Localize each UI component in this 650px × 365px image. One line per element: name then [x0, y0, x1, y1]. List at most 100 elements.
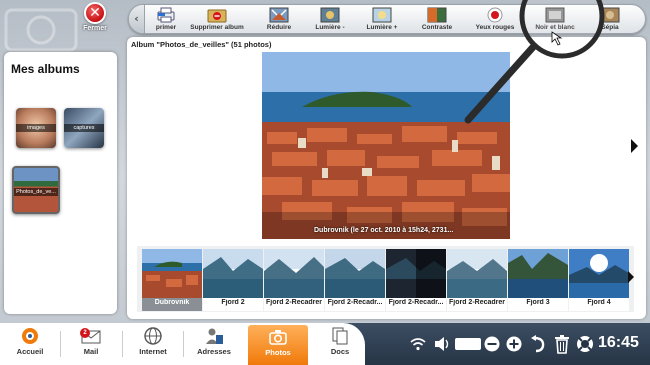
taskbar-mail[interactable]: Mail — [63, 327, 119, 363]
taskbar-home[interactable]: Accueil — [2, 327, 58, 363]
volume-level-bar[interactable] — [455, 338, 481, 350]
thumb-image — [447, 249, 507, 298]
black-white-button[interactable]: Noir et blanc — [531, 5, 579, 33]
delete-album-icon — [207, 9, 227, 23]
taskbar-label: Photos — [265, 348, 291, 357]
contrast-icon — [427, 7, 447, 23]
thumb-image — [569, 249, 629, 298]
taskbar-label: Accueil — [16, 347, 44, 356]
globe-icon — [144, 327, 162, 345]
thumb-image — [386, 249, 446, 298]
reduce-icon — [269, 7, 289, 23]
close-icon: ✕ — [84, 2, 106, 24]
thumb-caption: Fjord 3 — [526, 299, 550, 306]
wifi-icon[interactable] — [410, 337, 426, 351]
documents-icon — [332, 327, 348, 345]
volume-up-icon[interactable] — [506, 336, 522, 352]
sepia-label: Sépia — [601, 24, 619, 31]
reduce-label: Réduire — [266, 24, 292, 31]
filmstrip-thumb-fjord-2-recadr-a[interactable]: Fjord 2-Recadr... — [325, 249, 385, 311]
filmstrip-next-arrow-icon[interactable] — [628, 271, 634, 283]
filmstrip-thumb-fjord-2-recadr-b[interactable]: Fjord 2-Recadr... — [386, 249, 446, 311]
light-plus-button[interactable]: Lumière + — [361, 5, 403, 33]
filmstrip-thumb-fjord-3[interactable]: Fjord 3 — [508, 249, 568, 311]
edit-toolbar: ‹ primer Supprimer album Réduire Lumière… — [128, 4, 646, 34]
photo-caption: Dubrovnik (le 27 oct. 2010 à 15h24, 2731… — [314, 227, 454, 234]
contacts-icon — [206, 328, 223, 344]
thumb-image — [508, 249, 568, 298]
thumb-image — [142, 249, 202, 298]
taskbar-internet[interactable]: Internet — [125, 327, 181, 363]
taskbar-label: Adresses — [197, 347, 231, 356]
toolbar-scroll-left-button[interactable]: ‹ — [129, 5, 145, 33]
home-icon — [22, 328, 38, 344]
thumb-caption: Fjord 4 — [587, 299, 611, 306]
print-label: primer — [155, 24, 177, 31]
filmstrip-thumb-fjord-4[interactable]: Fjord 4 — [569, 249, 629, 311]
album-images[interactable]: images — [16, 108, 56, 148]
camera-icon — [269, 330, 287, 345]
thumb-image — [264, 249, 324, 298]
album-label: Photos_de_ve... — [14, 188, 58, 196]
mail-badge: 2 — [80, 328, 90, 338]
light-plus-icon — [372, 7, 392, 23]
print-button[interactable]: primer — [146, 5, 186, 33]
thumb-image — [325, 249, 385, 298]
app-surface: ✕ Fermer ‹ primer Supprimer album Réduir… — [0, 0, 650, 323]
reduce-button[interactable]: Réduire — [259, 5, 299, 33]
album-photos-de-veilles[interactable]: Photos_de_ve... — [12, 166, 60, 214]
filmstrip-thumb-dubrovnik[interactable]: Dubrovnik — [142, 249, 202, 311]
thumb-image — [203, 249, 263, 298]
contrast-button[interactable]: Contraste — [417, 5, 457, 33]
album-viewer: Album "Photos_de_veilles" (51 photos) Du… — [127, 37, 646, 319]
thumb-caption: Fjord 2-Recadr... — [388, 299, 444, 306]
taskbar-label: Internet — [139, 347, 167, 356]
album-captures[interactable]: captures — [64, 108, 104, 148]
album-label: images — [16, 124, 56, 132]
taskbar: Accueil Mail Internet Adresses Photos Do… — [0, 323, 650, 365]
thumb-caption: Fjord 2-Recadrer — [265, 299, 323, 306]
black-white-icon — [545, 7, 565, 23]
black-white-label: Noir et blanc — [535, 24, 575, 31]
taskbar-photos[interactable]: Photos — [248, 325, 308, 365]
volume-down-icon[interactable] — [484, 336, 500, 352]
close-button[interactable]: ✕ Fermer — [78, 2, 112, 38]
next-photo-arrow-icon[interactable] — [631, 139, 638, 153]
sepia-button[interactable]: Sépia — [595, 5, 625, 33]
contrast-label: Contraste — [421, 24, 453, 31]
albums-panel: Mes albums images captures Photos_de_ve.… — [4, 52, 117, 314]
taskbar-label: Docs — [330, 347, 350, 356]
taskbar-docs[interactable]: Docs — [312, 327, 368, 363]
undo-icon[interactable] — [530, 335, 546, 353]
filmstrip-thumb-fjord-2[interactable]: Fjord 2 — [203, 249, 263, 311]
thumb-caption: Fjord 2 — [221, 299, 245, 306]
album-label: captures — [64, 124, 104, 132]
album-header: Album "Photos_de_veilles" (51 photos) — [131, 40, 272, 49]
help-lifebuoy-icon[interactable] — [576, 335, 594, 353]
red-eye-icon — [487, 7, 503, 23]
light-minus-button[interactable]: Lumière - — [309, 5, 351, 33]
filmstrip-thumb-fjord-2-recadrer-b[interactable]: Fjord 2-Recadrer — [447, 249, 507, 311]
filmstrip-thumb-fjord-2-recadrer[interactable]: Fjord 2-Recadrer — [264, 249, 324, 311]
thumb-caption: Fjord 2-Recadrer — [448, 299, 506, 306]
light-minus-label: Lumière - — [315, 24, 345, 31]
delete-album-label: Supprimer album — [190, 24, 244, 31]
filmstrip: Dubrovnik Fjord 2 Fjord 2-Recadrer Fjord… — [137, 246, 634, 312]
trash-icon[interactable] — [554, 334, 570, 354]
taskbar-label: Mail — [83, 347, 99, 356]
volume-icon[interactable] — [434, 336, 450, 352]
red-eye-button[interactable]: Yeux rouges — [471, 5, 519, 33]
clock: 16:45 — [598, 334, 639, 351]
albums-title: Mes albums — [11, 62, 80, 76]
dubrovnik-photo — [262, 52, 510, 239]
thumb-caption: Dubrovnik — [154, 299, 190, 306]
taskbar-contacts[interactable]: Adresses — [186, 327, 242, 363]
thumb-caption: Fjord 2-Recadr... — [327, 299, 383, 306]
printer-icon — [157, 7, 175, 23]
delete-album-button[interactable]: Supprimer album — [189, 5, 245, 33]
close-label: Fermer — [83, 25, 107, 32]
main-photo[interactable]: Dubrovnik (le 27 oct. 2010 à 15h24, 2731… — [262, 52, 510, 239]
taskbar-apps: Accueil Mail Internet Adresses Photos Do… — [0, 323, 365, 365]
sepia-icon — [600, 7, 620, 23]
light-plus-label: Lumière + — [366, 24, 398, 31]
